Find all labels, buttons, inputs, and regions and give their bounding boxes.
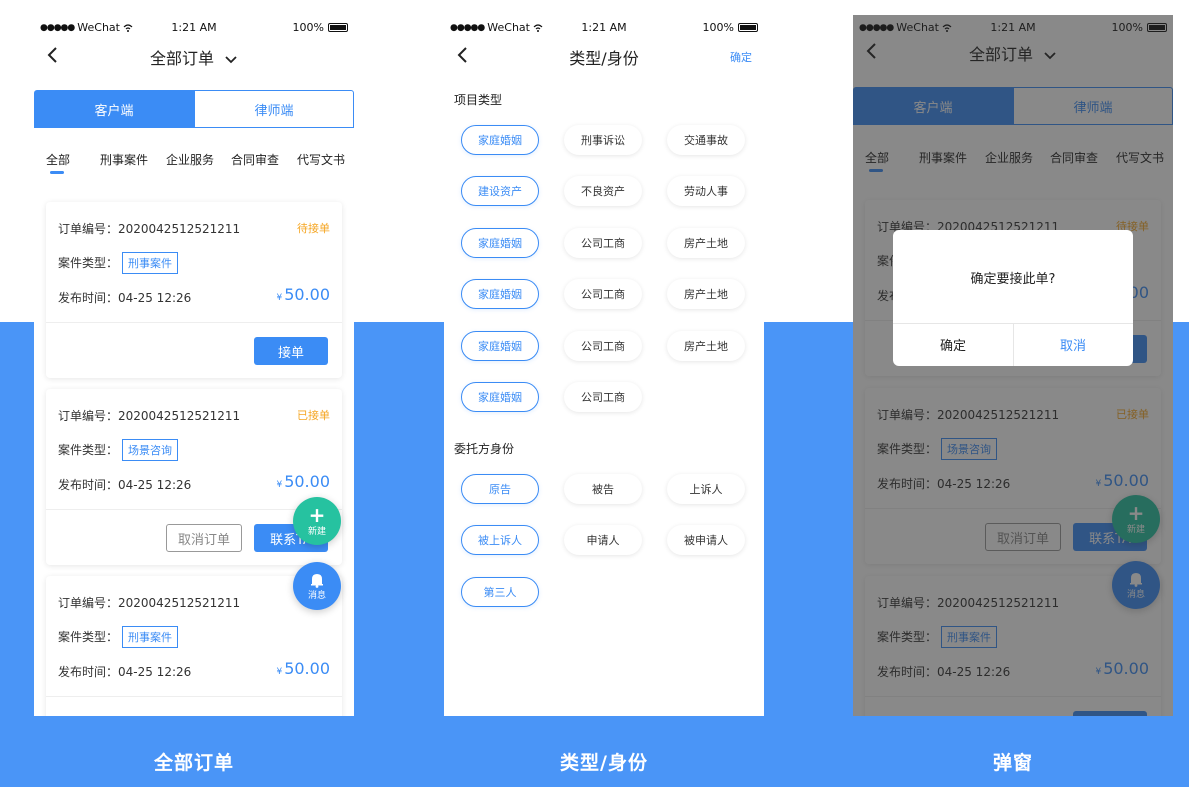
- chip-project[interactable]: 公司工商: [564, 228, 642, 258]
- phone-screen-dialog: ●●●●●WeChat 1:21 AM 100% 全部订单 客户端 律师端 全部…: [853, 15, 1173, 716]
- chip-identity[interactable]: 第三人: [461, 577, 539, 607]
- publish-time: 发布时间：04-25 12:26: [58, 291, 192, 305]
- order-price: ¥50.00: [276, 285, 330, 304]
- chip-project[interactable]: 刑事诉讼: [564, 125, 642, 155]
- dialog-ok-button[interactable]: 确定: [893, 323, 1013, 366]
- chip-project[interactable]: 家庭婚姻: [461, 331, 539, 361]
- page-title[interactable]: 全部订单: [34, 45, 354, 69]
- chip-project[interactable]: 公司工商: [564, 382, 642, 412]
- chip-identity[interactable]: 上诉人: [667, 474, 745, 504]
- currency-symbol: ¥: [276, 480, 283, 490]
- tab-enterprise[interactable]: 企业服务: [166, 151, 214, 168]
- chip-identity[interactable]: 申请人: [564, 525, 642, 555]
- chevron-down-icon: [225, 55, 237, 63]
- case-type-label: 案件类型：: [58, 443, 119, 457]
- caption-dialog: 弹窗: [992, 752, 1033, 774]
- dialog-cancel-button[interactable]: 取消: [1013, 323, 1133, 366]
- cancel-order-button[interactable]: 取消订单: [166, 524, 242, 552]
- chip-project[interactable]: 家庭婚姻: [461, 279, 539, 309]
- chip-project[interactable]: 房产土地: [667, 228, 745, 258]
- case-type-tag: 场景咨询: [122, 439, 179, 461]
- price-value: 50.00: [284, 472, 330, 491]
- battery-percent: 100%: [292, 21, 324, 34]
- chip-project[interactable]: 家庭婚姻: [461, 228, 539, 258]
- chip-identity[interactable]: 被告: [564, 474, 642, 504]
- case-type-label: 案件类型：: [58, 256, 119, 270]
- card-divider: [46, 322, 342, 323]
- message-fab-button[interactable]: 消息: [293, 562, 341, 610]
- bell-icon: [311, 573, 323, 588]
- tab-contract[interactable]: 合同审查: [231, 151, 279, 168]
- segment-client[interactable]: 客户端: [34, 90, 194, 128]
- battery-icon: [738, 23, 758, 32]
- client-identity-heading: 委托方身份: [454, 442, 515, 456]
- order-number: 订单编号：2020042512521211: [58, 222, 241, 236]
- chip-identity[interactable]: 原告: [461, 474, 539, 504]
- order-card[interactable]: 订单编号：2020042512521211 待接单 案件类型：刑事案件 发布时间…: [46, 202, 342, 378]
- chip-project[interactable]: 家庭婚姻: [461, 382, 539, 412]
- phone-screen-all-orders: ●●●●● WeChat 1:21 AM 100% 全部订单 客户端 律师端 全部…: [34, 15, 354, 716]
- fab-new-label: 新建: [307, 526, 326, 537]
- chip-project[interactable]: 公司工商: [564, 279, 642, 309]
- case-type-label: 案件类型：: [58, 630, 119, 644]
- chip-project[interactable]: 不良资产: [564, 176, 642, 206]
- category-tabs: 全部 刑事案件 企业服务 合同审查 代写文书: [34, 151, 354, 181]
- chip-project[interactable]: 劳动人事: [667, 176, 745, 206]
- tab-documents[interactable]: 代写文书: [297, 151, 345, 168]
- order-status: 待接单: [297, 222, 330, 235]
- price-value: 50.00: [284, 285, 330, 304]
- fab-msg-label: 消息: [307, 590, 326, 601]
- status-bar: ●●●●●WeChat 1:21 AM 100%: [34, 15, 354, 39]
- confirm-button[interactable]: 确定: [730, 49, 752, 65]
- card-divider: [46, 696, 342, 697]
- order-card[interactable]: 订单编号：2020042512521211 已接单 案件类型：场景咨询 发布时间…: [46, 389, 342, 565]
- order-price: ¥50.00: [276, 659, 330, 678]
- chip-project[interactable]: 房产土地: [667, 331, 745, 361]
- case-type-row: 案件类型：场景咨询: [58, 439, 179, 461]
- currency-symbol: ¥: [276, 667, 283, 677]
- chip-project[interactable]: 公司工商: [564, 331, 642, 361]
- page-title-text: 全部订单: [149, 49, 214, 68]
- order-status: 已接单: [297, 409, 330, 422]
- plus-icon: +: [308, 502, 326, 527]
- chip-project[interactable]: 交通事故: [667, 125, 745, 155]
- case-type-row: 案件类型：刑事案件: [58, 626, 179, 648]
- status-bar: ●●●●●WeChat 1:21 AM 100%: [444, 15, 764, 39]
- tab-indicator: [50, 171, 64, 174]
- chip-project[interactable]: 家庭婚姻: [461, 125, 539, 155]
- case-type-tag: 刑事案件: [122, 252, 179, 274]
- segmented-control: 客户端 律师端: [34, 90, 354, 128]
- dialog-message: 确定要接此单?: [970, 272, 1056, 287]
- new-fab-button[interactable]: +新建: [293, 497, 341, 545]
- segment-lawyer[interactable]: 律师端: [194, 90, 354, 128]
- chip-identity[interactable]: 被申请人: [667, 525, 745, 555]
- caption-type-identity: 类型/身份: [560, 752, 648, 774]
- project-type-heading: 项目类型: [454, 93, 503, 107]
- tab-criminal[interactable]: 刑事案件: [100, 151, 148, 168]
- currency-symbol: ¥: [276, 293, 283, 303]
- publish-time: 发布时间：04-25 12:26: [58, 665, 192, 679]
- confirm-dialog: 确定要接此单? 确定 取消: [893, 230, 1133, 366]
- chip-project[interactable]: 建设资产: [461, 176, 539, 206]
- nav-bar: 类型/身份 确定: [444, 41, 764, 71]
- order-number: 订单编号：2020042512521211: [58, 409, 241, 423]
- battery-percent: 100%: [702, 21, 734, 34]
- chip-identity[interactable]: 被上诉人: [461, 525, 539, 555]
- case-type-row: 案件类型：刑事案件: [58, 252, 179, 274]
- price-value: 50.00: [284, 659, 330, 678]
- tab-all[interactable]: 全部: [46, 151, 70, 168]
- order-number: 订单编号：2020042512521211: [58, 596, 241, 610]
- nav-bar: 全部订单: [34, 41, 354, 71]
- phone-screen-type-identity: ●●●●● WeChat 1:21 AM 100% 类型/身份 确定 项目类型 家…: [444, 15, 764, 716]
- order-price: ¥50.00: [276, 472, 330, 491]
- publish-time: 发布时间：04-25 12:26: [58, 478, 192, 492]
- chip-project[interactable]: 房产土地: [667, 279, 745, 309]
- caption-all-orders: 全部订单: [153, 752, 234, 774]
- accept-order-button[interactable]: 接单: [254, 337, 328, 365]
- battery-icon: [328, 23, 348, 32]
- case-type-tag: 刑事案件: [122, 626, 179, 648]
- page-title: 类型/身份: [569, 49, 639, 68]
